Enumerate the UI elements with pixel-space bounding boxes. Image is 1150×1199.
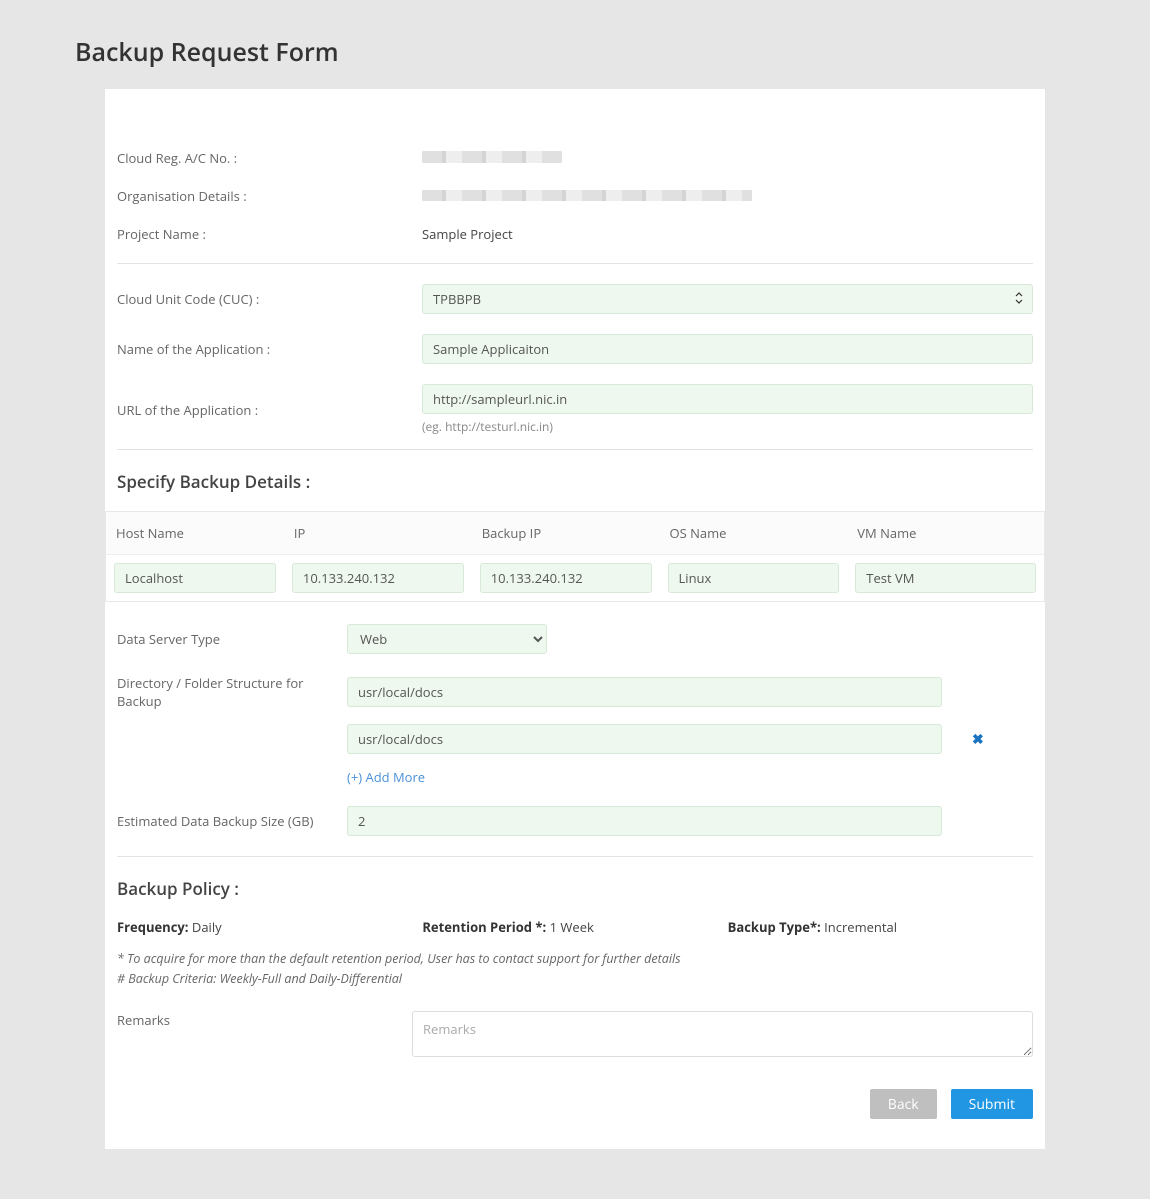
label-est-size: Estimated Data Backup Size (GB) [117, 812, 347, 830]
policy-retention: Retention Period *: 1 Week [422, 918, 727, 936]
est-size-input[interactable] [347, 806, 942, 836]
divider [117, 263, 1033, 264]
page-title: Backup Request Form [0, 0, 1150, 89]
section-backup-details: Specify Backup Details : [117, 470, 1033, 493]
form-card: Cloud Reg. A/C No. : Organisation Detail… [105, 89, 1045, 1149]
host-input[interactable] [114, 563, 276, 593]
app-name-input[interactable] [422, 334, 1033, 364]
remove-icon[interactable]: ✖ [972, 730, 984, 749]
value-org-details [422, 187, 1033, 205]
submit-button[interactable]: Submit [951, 1089, 1033, 1119]
label-app-name: Name of the Application : [117, 340, 422, 358]
note-criteria: # Backup Criteria: Weekly-Full and Daily… [117, 970, 1033, 987]
remarks-textarea[interactable] [412, 1011, 1033, 1057]
dir-input-1[interactable] [347, 677, 942, 707]
section-backup-policy: Backup Policy : [117, 877, 1033, 900]
label-project-name: Project Name : [117, 225, 422, 243]
add-more-link[interactable]: (+) Add More [347, 768, 425, 786]
divider [117, 856, 1033, 857]
policy-frequency: Frequency: Daily [117, 918, 422, 936]
cuc-select[interactable] [422, 284, 1033, 314]
th-host: Host Name [106, 512, 284, 555]
label-server-type: Data Server Type [117, 630, 347, 648]
th-os: OS Name [660, 512, 848, 555]
divider [117, 449, 1033, 450]
label-org-details: Organisation Details : [117, 187, 422, 205]
app-url-input[interactable] [422, 384, 1033, 414]
value-project-name: Sample Project [422, 225, 1033, 243]
backup-ip-input[interactable] [480, 563, 652, 593]
label-cuc: Cloud Unit Code (CUC) : [117, 290, 422, 308]
os-input[interactable] [668, 563, 840, 593]
label-cloud-reg: Cloud Reg. A/C No. : [117, 149, 422, 167]
backup-details-table: Host Name IP Backup IP OS Name VM Name [105, 511, 1045, 602]
th-vm: VM Name [847, 512, 1044, 555]
table-row [106, 555, 1045, 602]
dir-input-2[interactable] [347, 724, 942, 754]
th-backup-ip: Backup IP [472, 512, 660, 555]
vm-input[interactable] [855, 563, 1036, 593]
url-hint: (eg. http://testurl.nic.in) [422, 418, 1033, 435]
ip-input[interactable] [292, 563, 464, 593]
value-cloud-reg [422, 149, 1033, 167]
server-type-select[interactable]: Web [347, 624, 547, 654]
note-retention: * To acquire for more than the default r… [117, 950, 1033, 967]
label-dir-structure: Directory / Folder Structure for Backup [117, 674, 347, 710]
label-remarks: Remarks [117, 1011, 412, 1029]
back-button[interactable]: Back [870, 1089, 937, 1119]
policy-backup-type: Backup Type*: Incremental [728, 918, 1033, 936]
label-app-url: URL of the Application : [117, 401, 422, 419]
th-ip: IP [284, 512, 472, 555]
